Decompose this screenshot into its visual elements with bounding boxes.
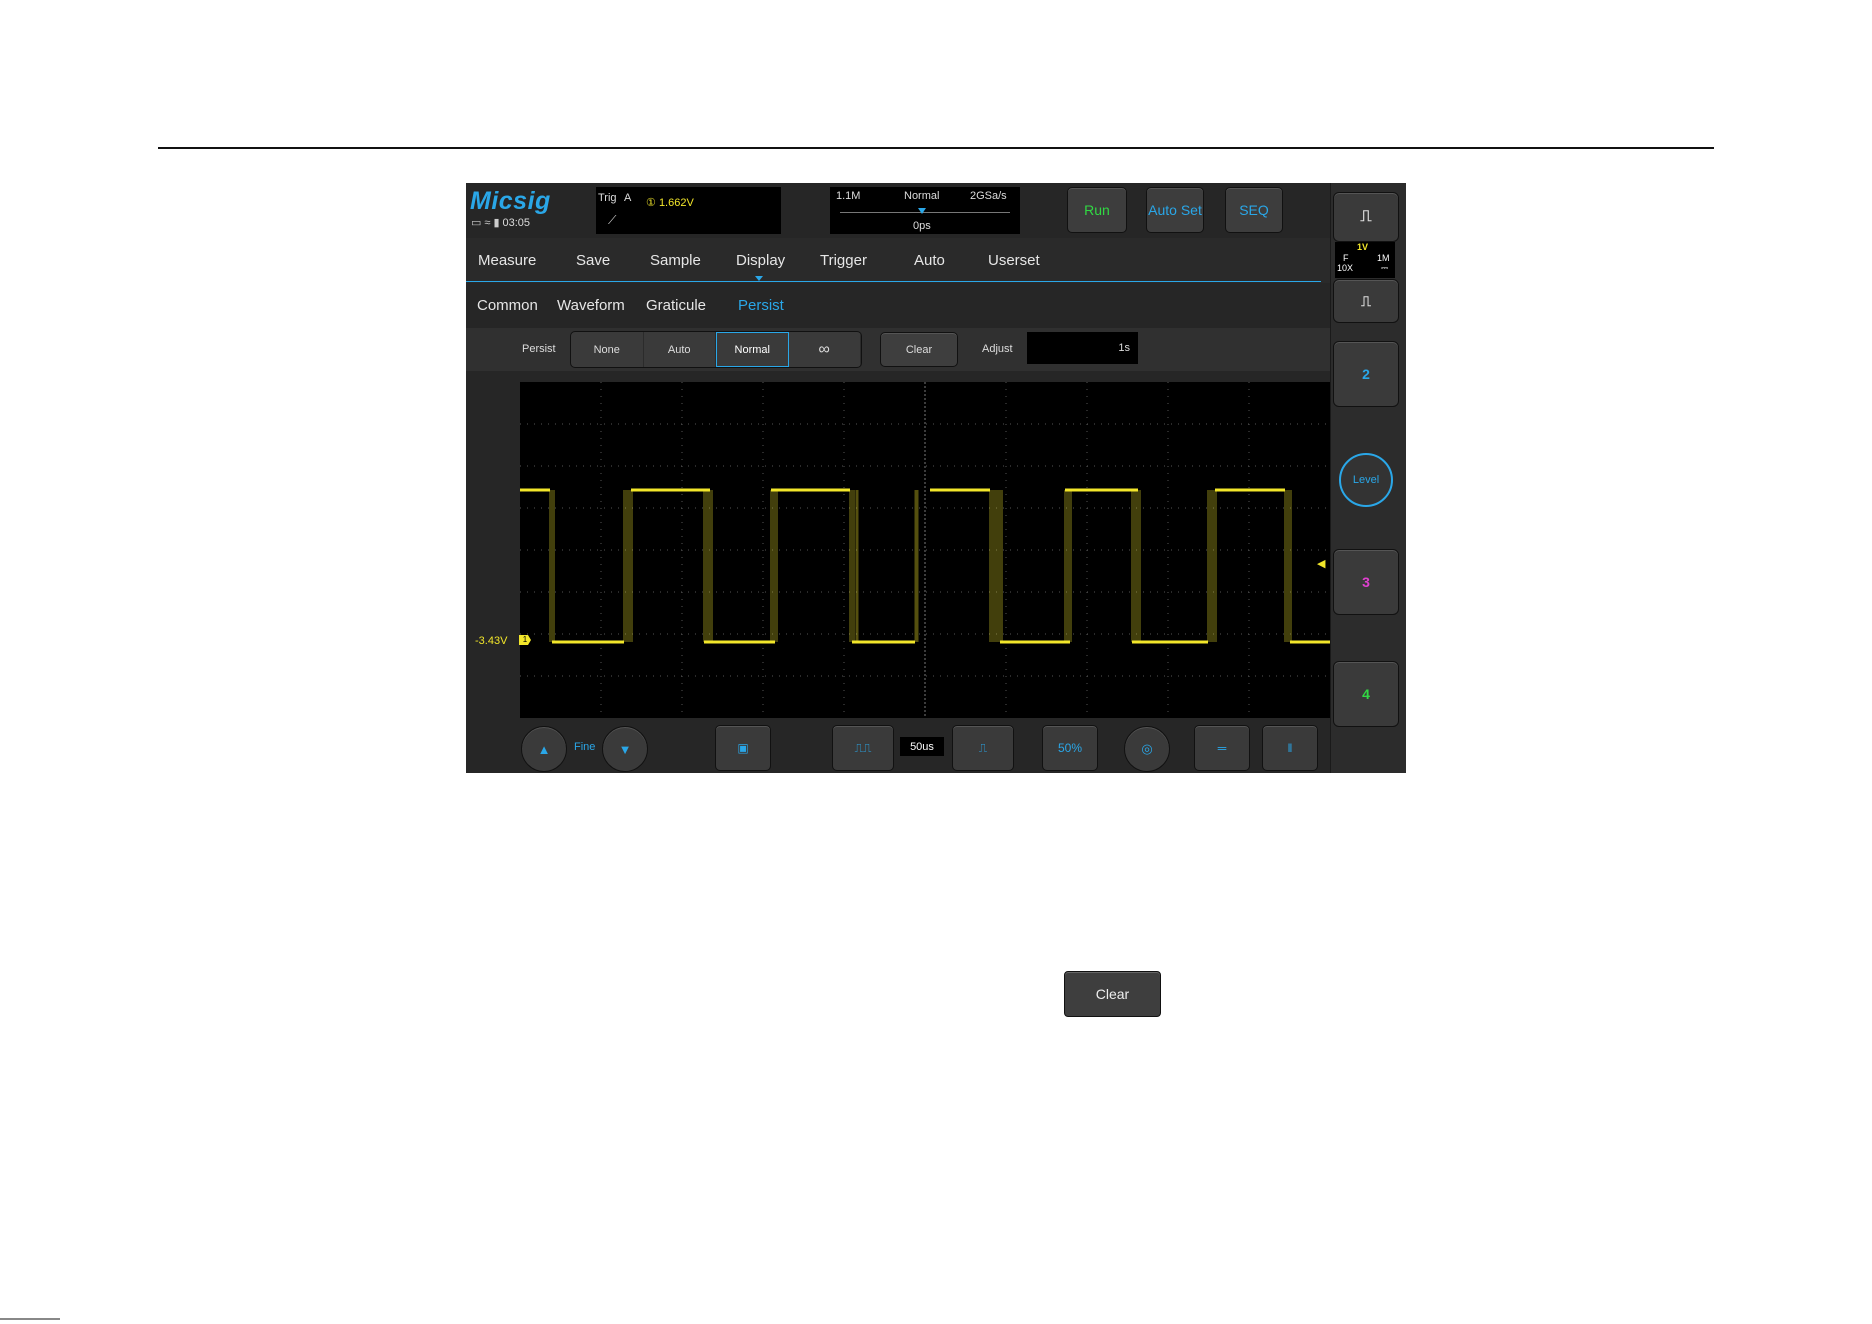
ch1-impedance: 1M	[1377, 253, 1390, 263]
waveform-graticule	[520, 382, 1330, 718]
timebase-compress-icon[interactable]: ⎍	[952, 725, 1014, 771]
horizontal-offset: 0ps	[913, 220, 931, 232]
menu-display[interactable]: Display	[736, 252, 785, 269]
vertical-down-button[interactable]: ▼	[602, 726, 648, 772]
clock-time: 03:05	[502, 216, 531, 229]
menu-measure[interactable]: Measure	[478, 252, 536, 269]
channel1-info[interactable]: 1V F 1M 10X ⎓	[1335, 242, 1395, 278]
clear-button[interactable]: Clear	[880, 332, 958, 367]
vertical-up-button[interactable]: ▲	[521, 726, 567, 772]
main-menu: Measure Save Sample Display Trigger Auto…	[466, 238, 1330, 283]
trigger-level: ① 1.662V	[646, 197, 694, 209]
menu-auto[interactable]: Auto	[914, 252, 945, 269]
micsig-logo: Micsig	[470, 187, 551, 215]
menu-save[interactable]: Save	[576, 252, 610, 269]
trigger-info[interactable]: Trig A ① 1.662V ⟋	[596, 187, 781, 234]
autoset-button[interactable]: Auto Set	[1146, 187, 1204, 233]
persist-options-bar: Persist None Auto Normal ∞ Clear Adjust …	[466, 328, 1330, 371]
persist-label: Persist	[522, 343, 556, 355]
acquire-mode: Normal	[904, 190, 940, 202]
pulse-up-icon[interactable]: ⎍	[1333, 192, 1399, 242]
tab-common[interactable]: Common	[477, 297, 538, 314]
persist-none-option[interactable]: None	[571, 332, 644, 367]
fifty-percent-icon[interactable]: 50%	[1042, 725, 1098, 771]
status-row: ▭ ≈ ▮ 03:05	[471, 216, 531, 230]
fine-label[interactable]: Fine	[574, 741, 595, 753]
clear-button-illustration: Clear	[1064, 971, 1161, 1017]
top-bar: Micsig ▭ ≈ ▮ 03:05 Trig A ① 1.662V ⟋ 1.1…	[466, 183, 1330, 238]
display-submenu: Common Waveform Graticule Persist	[466, 283, 1330, 328]
memory-depth: 1.1M	[836, 190, 861, 202]
oscilloscope-screen: Micsig ▭ ≈ ▮ 03:05 Trig A ① 1.662V ⟋ 1.1…	[466, 183, 1406, 773]
trigger-level-knob-icon[interactable]: ◎	[1124, 726, 1170, 772]
ch1-volts: 1V	[1357, 242, 1369, 252]
menu-underline	[466, 281, 1321, 282]
ch1-probe: 10X	[1337, 263, 1354, 273]
level-button[interactable]: Level	[1339, 453, 1393, 507]
channel2-button[interactable]: 2	[1333, 341, 1399, 407]
trigger-level-arrow[interactable]: ◀	[1317, 557, 1325, 570]
run-button[interactable]: Run	[1067, 187, 1127, 233]
menu-userset[interactable]: Userset	[988, 252, 1040, 269]
sample-rate: 2GSa/s	[970, 190, 1007, 202]
bottom-toolbar: ▲ Fine ▼ ▣ ⎍⎍ 50us ⎍ 50% ◎ ═ ‖	[466, 719, 1330, 773]
screen-icon: ▭	[471, 217, 482, 229]
wifi-icon: ≈	[484, 216, 491, 229]
timebase-info[interactable]: 1.1M Normal 2GSa/s 0ps	[830, 187, 1020, 234]
menu-sample[interactable]: Sample	[650, 252, 701, 269]
persist-normal-option[interactable]: Normal	[716, 332, 789, 367]
save-icon[interactable]: ▣	[715, 725, 771, 771]
vertical-cursor-icon[interactable]: ‖	[1262, 725, 1318, 771]
persist-segmented-control: None Auto Normal ∞	[570, 331, 862, 368]
menu-trigger[interactable]: Trigger	[820, 252, 867, 269]
timebase-expand-icon[interactable]: ⎍⎍	[832, 725, 894, 771]
battery-icon: ▮	[493, 217, 500, 229]
ch1-coupling: F	[1343, 253, 1349, 263]
dc-coupling-icon: ⎓	[1381, 263, 1389, 273]
pulse-down-icon[interactable]: ⎍	[1333, 279, 1399, 323]
channel4-button[interactable]: 4	[1333, 661, 1399, 727]
trigger-source: A	[624, 192, 632, 204]
tab-persist[interactable]: Persist	[738, 297, 784, 314]
persist-auto-option[interactable]: Auto	[644, 332, 716, 367]
channel3-button[interactable]: 3	[1333, 549, 1399, 615]
tab-waveform[interactable]: Waveform	[557, 297, 625, 314]
adjust-label: Adjust	[982, 343, 1013, 355]
rising-edge-icon: ⟋	[608, 213, 617, 227]
page-rule	[158, 147, 1714, 149]
footer-mark	[0, 1318, 60, 1320]
persist-infinite-option[interactable]: ∞	[789, 332, 861, 367]
seq-button[interactable]: SEQ	[1225, 187, 1283, 233]
tab-graticule[interactable]: Graticule	[646, 297, 706, 314]
timebase-value: 50us	[900, 737, 944, 756]
trigger-position-marker	[918, 208, 926, 214]
channel1-offset-label: -3.43V	[475, 635, 508, 647]
horizontal-cursor-icon[interactable]: ═	[1194, 725, 1250, 771]
adjust-value-field[interactable]: 1s	[1027, 332, 1138, 364]
trigger-label: Trig	[598, 192, 617, 204]
active-menu-indicator	[755, 276, 763, 281]
waveform-display[interactable]	[520, 382, 1330, 718]
channel-sidebar: ⎍ 1V F 1M 10X ⎓ ⎍ 2 Level 3 4	[1330, 183, 1406, 773]
